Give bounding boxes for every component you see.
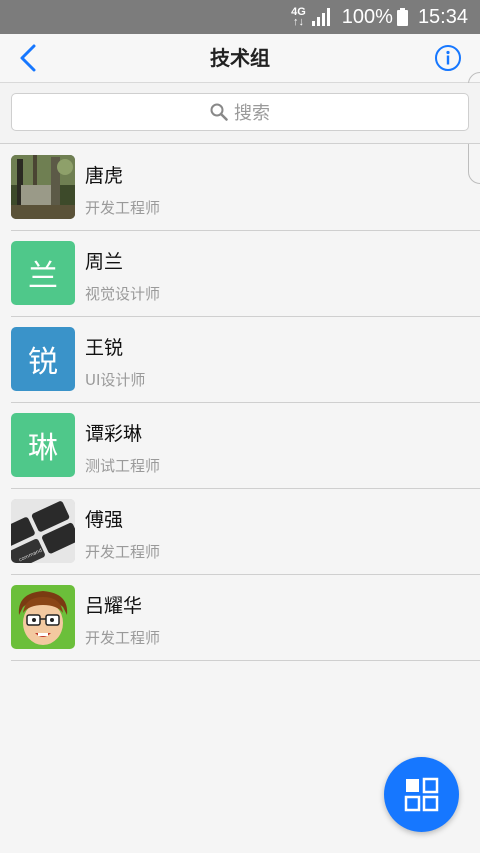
member-name: 谭彩琳 bbox=[85, 423, 143, 445]
battery-percent: 100% bbox=[341, 5, 393, 28]
grid-view-button[interactable] bbox=[384, 757, 459, 832]
member-role: 开发工程师 bbox=[85, 543, 161, 561]
status-bar: 4G ↑↓ 100% 15:34 bbox=[0, 0, 480, 34]
keyboard-photo-icon: command bbox=[11, 499, 75, 563]
member-role: 视觉设计师 bbox=[85, 285, 161, 303]
member-name: 周兰 bbox=[85, 251, 124, 273]
search-input[interactable]: 搜索 bbox=[11, 93, 469, 131]
list-item[interactable]: command 傅强 开发工程师 bbox=[11, 489, 480, 575]
cartoon-face-icon bbox=[11, 585, 75, 649]
avatar-initial: 琳 bbox=[28, 431, 58, 466]
member-role: 开发工程师 bbox=[85, 199, 161, 217]
network-activity: ↑↓ bbox=[292, 16, 304, 28]
avatar-initial: 锐 bbox=[28, 345, 58, 380]
member-list: 唐虎 开发工程师 兰 周兰 视觉设计师 锐 王锐 UI设计师 琳 谭彩琳 测试工… bbox=[0, 145, 480, 661]
signal-icon bbox=[311, 8, 330, 26]
member-role: UI设计师 bbox=[85, 371, 146, 389]
member-name: 唐虎 bbox=[85, 165, 124, 187]
member-name: 吕耀华 bbox=[85, 595, 143, 617]
avatar: 兰 bbox=[11, 241, 75, 305]
member-role: 测试工程师 bbox=[85, 457, 161, 475]
clock: 15:34 bbox=[417, 5, 468, 28]
list-item[interactable]: 唐虎 开发工程师 bbox=[11, 145, 480, 231]
search-icon bbox=[210, 103, 228, 121]
page-title: 技术组 bbox=[210, 46, 270, 70]
member-name: 王锐 bbox=[85, 337, 124, 359]
avatar bbox=[11, 585, 75, 649]
network-indicator: 4G ↑↓ bbox=[291, 7, 306, 28]
forest-photo-icon bbox=[11, 155, 75, 219]
list-item[interactable]: 锐 王锐 UI设计师 bbox=[11, 317, 480, 403]
info-button[interactable] bbox=[434, 44, 462, 72]
avatar: command bbox=[11, 499, 75, 563]
avatar-initial: 兰 bbox=[28, 259, 58, 294]
member-name: 傅强 bbox=[85, 509, 124, 531]
search-placeholder: 搜索 bbox=[234, 103, 270, 124]
info-icon bbox=[435, 45, 461, 71]
list-item[interactable]: 琳 谭彩琳 测试工程师 bbox=[11, 403, 480, 489]
avatar bbox=[11, 155, 75, 219]
avatar: 琳 bbox=[11, 413, 75, 477]
avatar: 锐 bbox=[11, 327, 75, 391]
member-role: 开发工程师 bbox=[85, 629, 161, 647]
navigation-bar: 技术组 bbox=[0, 34, 480, 83]
battery-icon bbox=[396, 8, 408, 26]
search-bar: 搜索 bbox=[0, 83, 480, 144]
grid-icon bbox=[404, 777, 438, 811]
list-item[interactable]: 吕耀华 开发工程师 bbox=[11, 575, 480, 661]
list-item[interactable]: 兰 周兰 视觉设计师 bbox=[11, 231, 480, 317]
